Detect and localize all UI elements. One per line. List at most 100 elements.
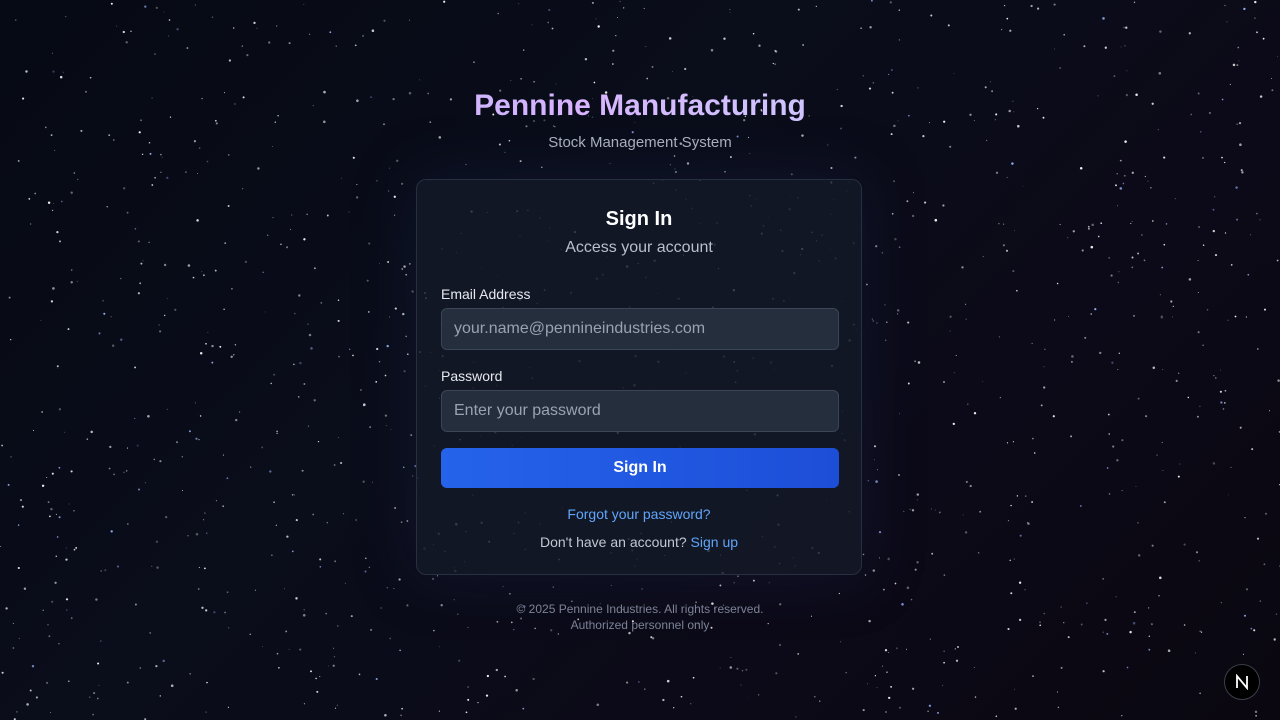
- card-title: Sign In: [605, 208, 673, 230]
- signup-row: Don't have an account? Sign up: [417, 533, 861, 551]
- star: [328, 665, 330, 667]
- star: [729, 666, 733, 669]
- star: [307, 323, 309, 325]
- star: [680, 695, 683, 698]
- star: [275, 524, 278, 526]
- star: [1172, 305, 1174, 308]
- star: [55, 513, 57, 515]
- star: [395, 159, 399, 163]
- star: [228, 59, 232, 62]
- star: [1196, 415, 1199, 418]
- star: [674, 170, 677, 174]
- star: [162, 659, 165, 663]
- star: [58, 643, 60, 645]
- star: [626, 681, 629, 684]
- sign-up-link[interactable]: Sign up: [691, 534, 738, 550]
- star: [609, 163, 611, 164]
- star: [384, 713, 387, 717]
- star: [355, 519, 358, 521]
- star: [364, 557, 367, 560]
- sign-in-button[interactable]: Sign In: [441, 448, 839, 488]
- star: [964, 531, 968, 534]
- star: [159, 695, 162, 697]
- star: [729, 12, 731, 14]
- star: [337, 436, 339, 438]
- star: [973, 411, 977, 415]
- star: [911, 509, 915, 512]
- star: [768, 582, 770, 584]
- star: [188, 430, 191, 433]
- forgot-password-link[interactable]: Forgot your password?: [567, 506, 710, 522]
- forgot-password-row: Forgot your password?: [417, 505, 861, 523]
- password-field[interactable]: [441, 390, 839, 432]
- star: [1087, 225, 1090, 228]
- star: [965, 318, 967, 320]
- star: [1214, 196, 1216, 198]
- star: [348, 211, 350, 213]
- star: [1174, 198, 1176, 200]
- star: [593, 81, 596, 84]
- star: [1172, 316, 1174, 318]
- star: [1161, 266, 1164, 269]
- star: [943, 574, 946, 576]
- star: [126, 447, 129, 449]
- star: [50, 507, 53, 511]
- star: [206, 681, 208, 684]
- star: [49, 515, 51, 518]
- star: [1121, 490, 1123, 492]
- star: [127, 523, 129, 525]
- star: [316, 690, 319, 693]
- nextjs-devtools-button[interactable]: [1224, 664, 1260, 700]
- star: [264, 311, 266, 313]
- star: [1237, 46, 1240, 49]
- star: [384, 414, 388, 417]
- email-field[interactable]: [441, 308, 839, 350]
- star: [1241, 171, 1244, 174]
- star: [51, 52, 53, 54]
- star: [998, 222, 1000, 225]
- star: [364, 570, 367, 573]
- star: [354, 44, 357, 47]
- star: [1024, 495, 1027, 497]
- star: [1108, 433, 1111, 435]
- star: [230, 355, 233, 358]
- star: [1068, 315, 1069, 317]
- star: [1264, 512, 1268, 515]
- star: [394, 507, 397, 509]
- star: [227, 706, 230, 709]
- star: [148, 241, 150, 244]
- star: [303, 383, 306, 385]
- star: [486, 674, 490, 678]
- star: [1201, 156, 1205, 159]
- star: [56, 365, 59, 368]
- star: [845, 672, 847, 674]
- star: [58, 240, 62, 243]
- star: [10, 456, 12, 458]
- star: [254, 589, 257, 591]
- star: [1010, 592, 1013, 595]
- star: [278, 667, 280, 669]
- star: [1240, 169, 1243, 172]
- star: [362, 480, 365, 483]
- star: [949, 315, 952, 318]
- star: [186, 47, 189, 49]
- star: [1227, 319, 1229, 321]
- star: [869, 26, 872, 29]
- star: [555, 83, 557, 85]
- star: [406, 520, 409, 522]
- star: [733, 582, 735, 584]
- star: [194, 4, 196, 6]
- star: [916, 561, 919, 564]
- star: [961, 266, 964, 269]
- star: [166, 176, 169, 180]
- star: [230, 287, 233, 290]
- star: [541, 166, 543, 168]
- star: [838, 592, 840, 595]
- star: [70, 470, 73, 473]
- star: [1060, 666, 1063, 669]
- star: [673, 155, 676, 157]
- star: [772, 62, 774, 65]
- star: [884, 649, 888, 652]
- star: [403, 466, 405, 468]
- star: [29, 223, 32, 225]
